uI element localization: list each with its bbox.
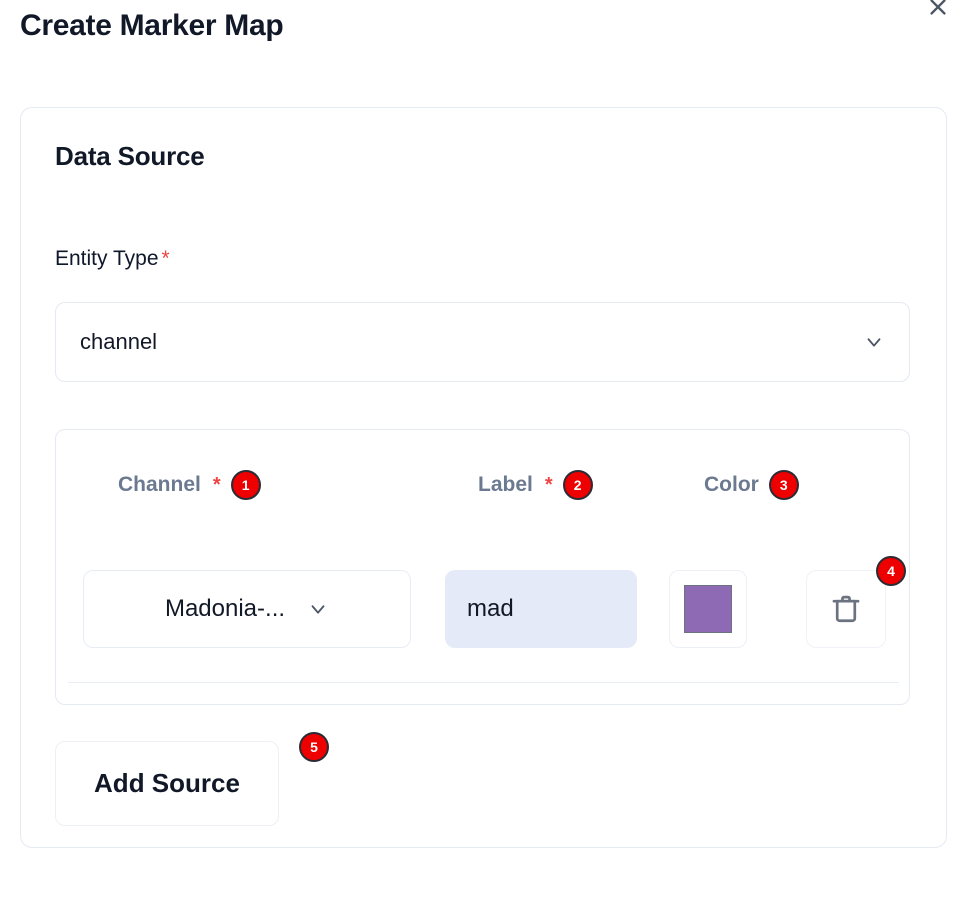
channel-select[interactable]: Madonia-... <box>83 570 411 648</box>
add-source-button[interactable]: Add Source <box>55 741 279 826</box>
required-asterisk: * <box>212 473 221 496</box>
column-header-label-label: Label <box>478 473 533 496</box>
column-header-color: Color 3 <box>704 470 799 500</box>
entity-type-label-text: Entity Type <box>55 247 159 270</box>
table-row: Madonia-... mad 4 <box>56 556 909 650</box>
close-icon <box>927 0 949 18</box>
column-header-color-label: Color <box>704 473 759 496</box>
sources-panel: Channel * 1 Label * 2 Color 3 Madonia-... <box>55 429 910 705</box>
entity-type-label: Entity Type * <box>55 247 170 271</box>
column-header-channel: Channel * 1 <box>118 470 261 500</box>
column-header-label: Label * 2 <box>478 470 593 500</box>
chevron-down-icon <box>863 331 885 353</box>
entity-type-select[interactable]: channel <box>55 302 910 382</box>
annotation-badge-4: 4 <box>876 556 906 586</box>
annotation-badge-3: 3 <box>768 470 799 500</box>
channel-select-value: Madonia-... <box>164 595 286 622</box>
close-button[interactable] <box>921 0 955 24</box>
column-headers: Channel * 1 Label * 2 Color 3 <box>56 470 909 510</box>
chevron-down-icon <box>307 598 329 620</box>
section-heading: Data Source <box>55 141 205 171</box>
color-picker-button[interactable] <box>669 570 747 648</box>
entity-type-value: channel <box>80 329 158 354</box>
page-title: Create Marker Map <box>20 9 284 42</box>
trash-icon <box>829 592 863 626</box>
required-asterisk: * <box>161 247 170 270</box>
color-swatch <box>684 585 732 633</box>
row-divider <box>68 682 899 683</box>
column-header-channel-label: Channel <box>118 473 201 496</box>
annotation-badge-1: 1 <box>230 470 261 500</box>
annotation-badge-5: 5 <box>299 732 329 762</box>
label-input[interactable] <box>445 570 637 648</box>
delete-source-button[interactable] <box>806 570 886 648</box>
required-asterisk: * <box>544 473 553 496</box>
annotation-badge-2: 2 <box>562 470 593 500</box>
data-source-card: Data Source Entity Type * channel Channel… <box>20 107 947 848</box>
